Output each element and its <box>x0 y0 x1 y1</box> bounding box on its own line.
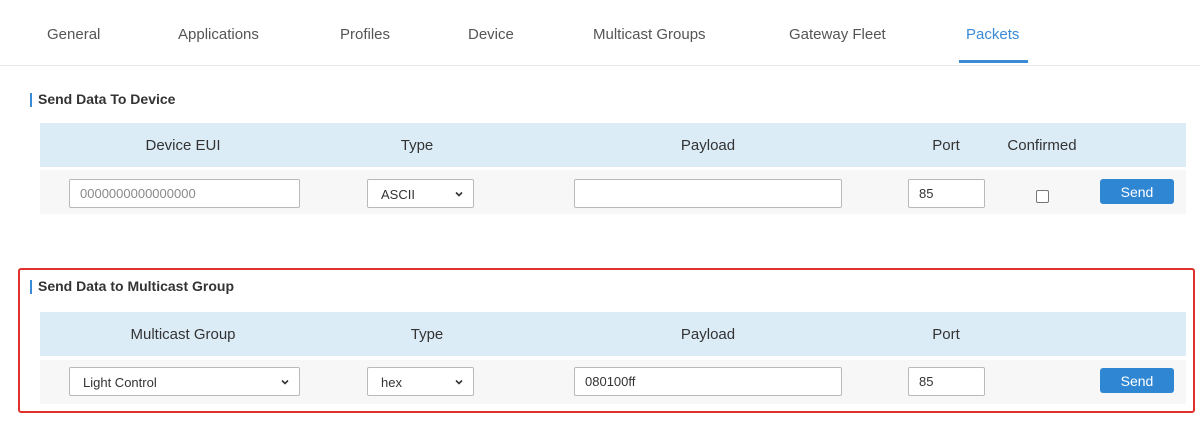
tab-profiles[interactable]: Profiles <box>340 26 390 43</box>
active-tab-indicator <box>959 60 1028 63</box>
column-header-type: Type <box>400 137 434 154</box>
tab-multicast-groups[interactable]: Multicast Groups <box>593 26 706 43</box>
device-send-button[interactable]: Send <box>1100 179 1174 204</box>
multicast-table-row: Light Control hex Send <box>40 360 1186 404</box>
device-type-select[interactable]: ASCII <box>367 179 474 208</box>
tab-gateway-fleet[interactable]: Gateway Fleet <box>789 26 886 43</box>
column-header-multicast-group: Multicast Group <box>130 326 236 343</box>
column-header-port: Port <box>932 326 960 343</box>
chevron-down-icon <box>281 379 289 385</box>
column-header-payload: Payload <box>680 137 736 154</box>
device-eui-input[interactable] <box>69 179 300 208</box>
multicast-group-select[interactable]: Light Control <box>69 367 300 396</box>
column-header-confirmed: Confirmed <box>1007 137 1077 154</box>
column-header-payload: Payload <box>680 326 736 343</box>
multicast-send-button[interactable]: Send <box>1100 368 1174 393</box>
multicast-type-select[interactable]: hex <box>367 367 474 396</box>
column-header-device-eui: Device EUI <box>145 137 221 154</box>
tab-bar: General Applications Profiles Device Mul… <box>0 0 1200 66</box>
tab-device[interactable]: Device <box>468 26 514 43</box>
tab-applications[interactable]: Applications <box>178 26 259 43</box>
section-title-multicast: Send Data to Multicast Group <box>30 279 234 294</box>
chevron-down-icon <box>455 191 463 197</box>
multicast-type-value: hex <box>381 375 402 390</box>
device-table-row: ASCII Send <box>40 170 1186 214</box>
section-title-device: Send Data To Device <box>30 92 175 107</box>
column-header-port: Port <box>932 137 960 154</box>
chevron-down-icon <box>455 379 463 385</box>
multicast-payload-input[interactable] <box>574 367 842 396</box>
tab-general[interactable]: General <box>47 26 100 43</box>
tab-packets[interactable]: Packets <box>966 26 1019 43</box>
multicast-group-value: Light Control <box>83 375 157 390</box>
multicast-table-header: Multicast Group Type Payload Port <box>40 312 1186 356</box>
confirmed-checkbox[interactable] <box>1036 190 1049 203</box>
device-payload-input[interactable] <box>574 179 842 208</box>
device-type-value: ASCII <box>381 187 415 202</box>
device-table-header: Device EUI Type Payload Port Confirmed <box>40 123 1186 167</box>
column-header-type: Type <box>410 326 444 343</box>
device-port-input[interactable] <box>908 179 985 208</box>
multicast-port-input[interactable] <box>908 367 985 396</box>
